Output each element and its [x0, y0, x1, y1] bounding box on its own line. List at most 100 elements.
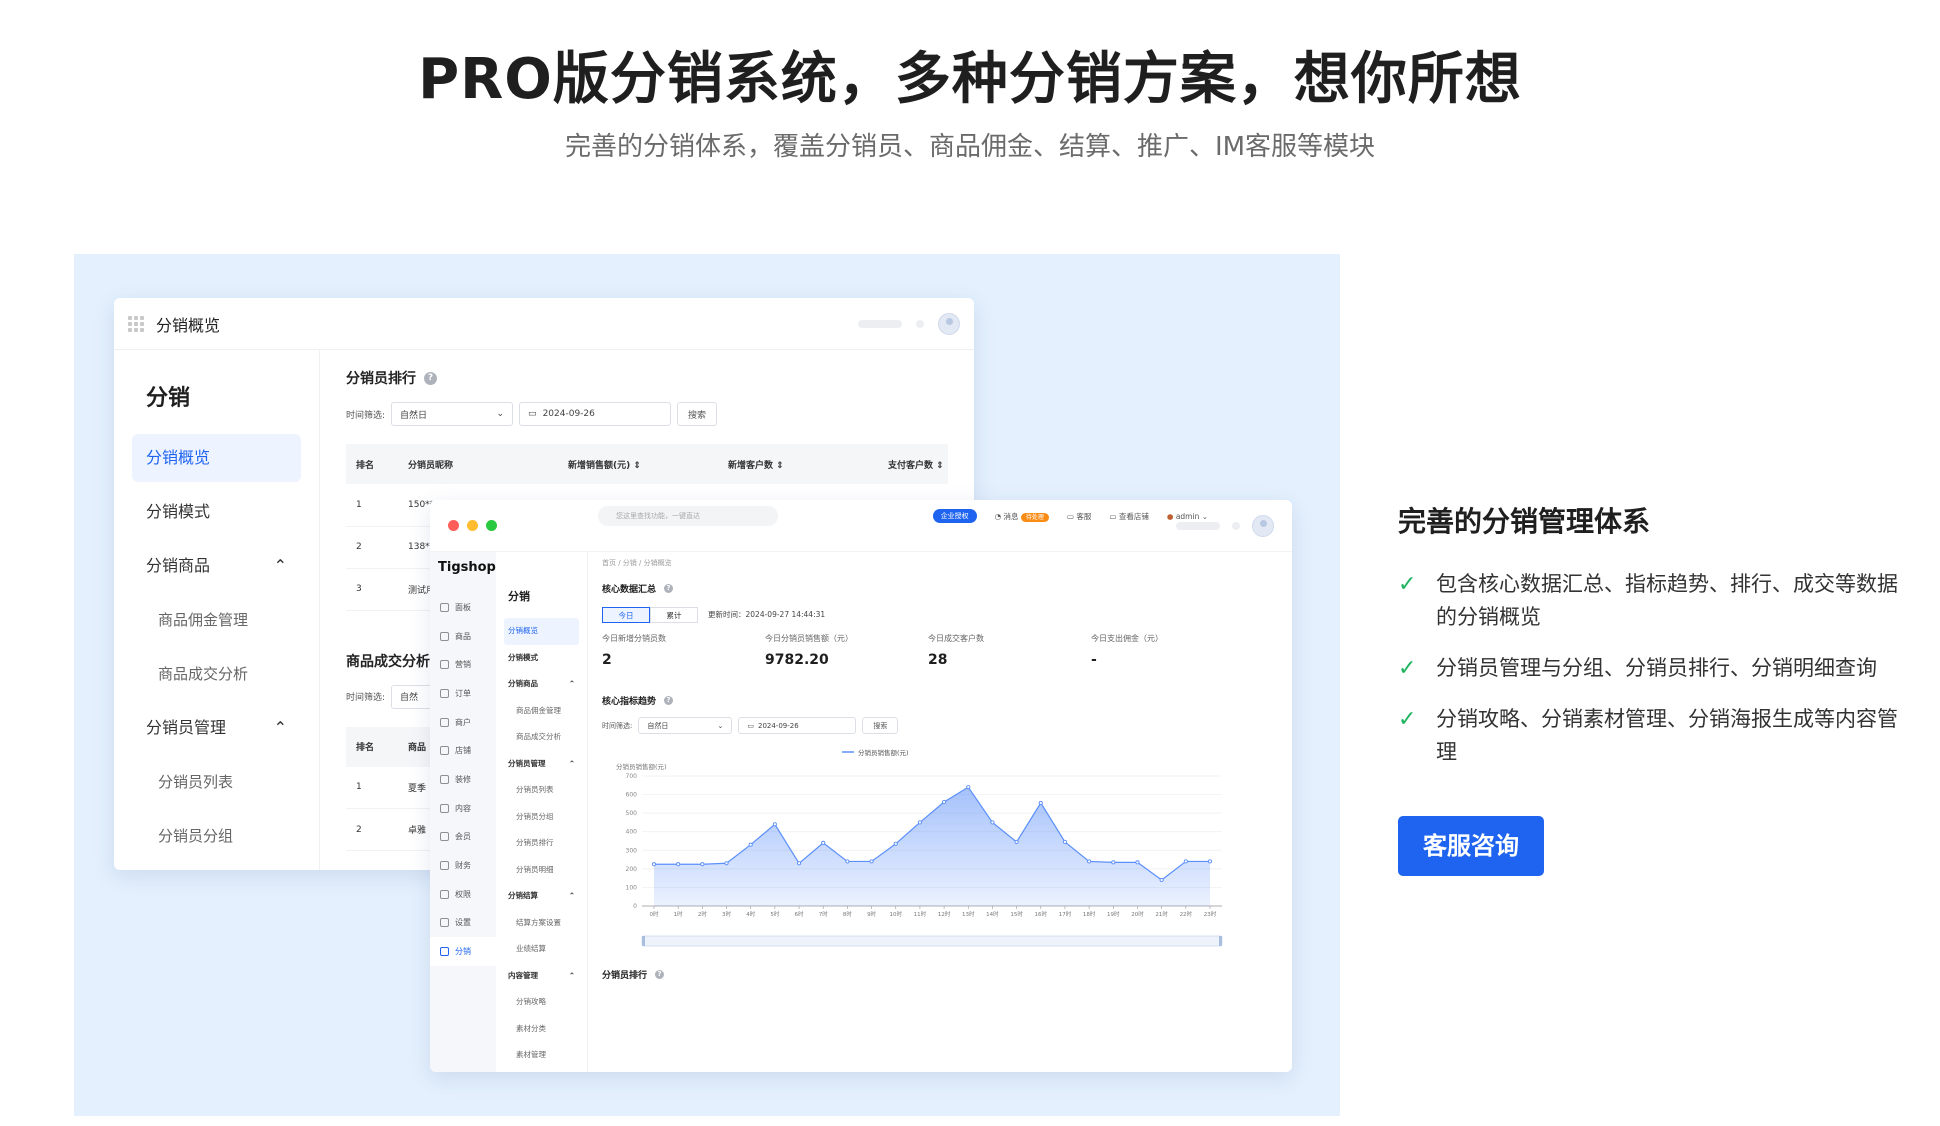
brand-logo[interactable]: Tigshop — [430, 560, 496, 593]
help-icon[interactable]: ? — [424, 371, 437, 385]
sidebar-heading: 分销 — [146, 386, 191, 411]
sort-icon: ⇕ — [936, 460, 944, 471]
x-tick-label: 22时 — [1180, 910, 1193, 918]
close-icon[interactable] — [448, 520, 459, 531]
column-header[interactable]: 新增销售额(元) ⇕ — [558, 444, 718, 484]
search-button[interactable]: 搜索 — [862, 717, 899, 734]
sidebar-item-member-group[interactable]: 分销员分组 — [132, 812, 301, 860]
data-point — [1207, 859, 1213, 864]
column-header[interactable]: 排名 — [346, 726, 398, 767]
help-icon[interactable]: ? — [664, 584, 674, 593]
icon-nav-item[interactable]: 商品 — [430, 622, 496, 651]
x-tick-label: 21时 — [1155, 910, 1168, 918]
data-point — [1159, 877, 1164, 883]
x-tick-label: 3时 — [722, 910, 731, 918]
icon-nav-item[interactable]: 商户 — [430, 708, 496, 737]
icon-nav-item[interactable]: 设置 — [430, 909, 496, 938]
icon-nav-item[interactable]: 店铺 — [430, 736, 496, 765]
data-point — [821, 840, 826, 845]
sub-menu-item[interactable]: 分销商品 ⌃ — [504, 671, 579, 698]
window-title: 分销概览 — [156, 315, 221, 335]
sub-menu-item[interactable]: 分销员管理 ⌃ — [504, 751, 579, 778]
apps-grid-icon[interactable] — [128, 315, 144, 332]
icon-nav-item[interactable]: 权限 — [430, 880, 496, 909]
sub-menu-item[interactable]: 分销员明细 — [504, 857, 579, 884]
sub-menu-item[interactable]: 业绩结算 — [504, 936, 579, 963]
avatar-icon: ● — [1166, 511, 1174, 521]
period-select[interactable]: 自然日 ⌄ — [638, 717, 733, 734]
sub-menu-item[interactable]: 分销模式 — [504, 645, 579, 672]
service-link[interactable]: ▭ 客服 — [1067, 511, 1091, 522]
sidebar-item-goods-commission[interactable]: 商品佣金管理 — [132, 596, 301, 644]
sub-menu-item[interactable]: 素材管理 — [504, 1042, 579, 1069]
minimize-icon[interactable] — [467, 520, 478, 531]
tab-total[interactable]: 累计 — [650, 607, 698, 623]
member-badge[interactable]: 企业授权 — [932, 509, 977, 523]
hero-subtitle: 完善的分销体系，覆盖分销员、商品佣金、结算、推广、IM客服等模块 — [564, 132, 1376, 162]
icon-nav-item[interactable]: 内容 — [430, 794, 496, 823]
sub-menu-item[interactable]: 分销概览 — [504, 618, 579, 645]
user-menu[interactable]: ● admin ⌄ — [1167, 512, 1208, 521]
date-input[interactable]: ▭ 2024-09-26 — [738, 717, 857, 734]
sub-menu-item[interactable]: 分销攻略 — [504, 989, 579, 1016]
sub-menu-item[interactable]: 分销员分组 — [504, 804, 579, 831]
column-header[interactable]: 支付客户数 ⇕ — [878, 444, 948, 484]
trend-chart: 分销员销售额(元) 分销员销售额(元) 0 100 200 300 400 500 600 700… — [616, 748, 1223, 947]
avatar[interactable] — [1252, 514, 1274, 537]
column-header[interactable]: 新增客户数 ⇕ — [718, 444, 878, 484]
column-header[interactable]: 分销员昵称 — [398, 444, 558, 484]
help-icon[interactable]: ? — [664, 696, 674, 705]
sub-menu-item[interactable]: 分销员排行 — [504, 830, 579, 857]
icon-nav-item[interactable]: 订单 — [430, 679, 496, 708]
consult-button[interactable]: 客服咨询 — [1398, 816, 1544, 876]
sidebar-item-overview[interactable]: 分销概览 — [132, 434, 301, 482]
sub-menu-item[interactable]: 商品佣金管理 — [504, 698, 579, 725]
sidebar-item-goods-deal[interactable]: 商品成交分析 — [132, 650, 301, 698]
chevron-down-icon: ⌄ — [496, 409, 505, 419]
sub-menu-item[interactable]: 分销结算 ⌃ — [504, 883, 579, 910]
feature-item: ✓ 分销攻略、分销素材管理、分销海报生成等内容管理 — [1398, 703, 1898, 769]
search-button[interactable]: 搜索 — [677, 402, 718, 426]
x-tick-label: 4时 — [746, 910, 755, 918]
data-point — [676, 862, 681, 867]
help-icon[interactable]: ? — [655, 970, 665, 979]
messages-link[interactable]: ◔ 消息 待处理 — [995, 511, 1049, 522]
sub-menu-item[interactable]: 素材分类 — [504, 1016, 579, 1043]
legend-label: 分销员销售额(元) — [858, 748, 909, 757]
x-tick-label: 20时 — [1131, 910, 1144, 918]
period-select[interactable]: 自然日 ⌄ — [391, 402, 514, 426]
sub-menu-item[interactable]: 商品成交分析 — [504, 724, 579, 751]
sidebar-item-mode[interactable]: 分销模式 — [132, 488, 301, 536]
avatar[interactable] — [938, 312, 960, 335]
sub-menu-item[interactable]: 结算方案设置 — [504, 910, 579, 937]
nav-icon — [440, 660, 449, 670]
y-tick-label: 400 — [626, 829, 638, 836]
date-input[interactable]: ▭ 2024-09-26 — [519, 402, 672, 426]
data-point — [1062, 839, 1068, 844]
tab-today[interactable]: 今日 — [602, 607, 650, 623]
sub-menu-item[interactable]: 分销员列表 — [504, 777, 579, 804]
check-icon: ✓ — [1398, 656, 1417, 681]
chat-icon: ▭ — [1066, 511, 1077, 521]
icon-nav-item[interactable]: 财务 — [430, 851, 496, 880]
breadcrumb: 首页 / 分销 / 分销概览 — [602, 559, 672, 567]
shop-link[interactable]: ▭ 查看店铺 — [1109, 511, 1148, 522]
data-point — [1111, 860, 1116, 865]
search-input[interactable]: 您这里查找功能，一键直达 — [598, 506, 778, 526]
icon-nav-item[interactable]: 分销 — [430, 937, 496, 966]
column-header[interactable]: 排名 — [346, 444, 398, 484]
icon-nav: Tigshop 面板 商品 营销 订单 商户 店铺 装修 内容 会员 财务 权限 设置 分销 — [430, 552, 496, 1072]
icon-nav-item[interactable]: 会员 — [430, 823, 496, 852]
icon-nav-item[interactable]: 营销 — [430, 650, 496, 679]
sidebar-item-goods[interactable]: 分销商品 ⌃ — [132, 542, 301, 590]
data-point — [700, 862, 705, 867]
maximize-icon[interactable] — [486, 520, 497, 531]
sidebar-item-member-mgmt[interactable]: 分销员管理 ⌃ — [132, 704, 301, 752]
sub-menu-item[interactable]: 内容管理 ⌃ — [504, 963, 579, 990]
zoom-slider — [641, 935, 1223, 947]
icon-nav-item[interactable]: 面板 — [430, 593, 496, 622]
data-point — [942, 799, 947, 805]
icon-nav-item[interactable]: 装修 — [430, 765, 496, 794]
sidebar-item-member-list[interactable]: 分销员列表 — [132, 758, 301, 806]
sub-menu-heading: 分销 — [508, 590, 530, 603]
